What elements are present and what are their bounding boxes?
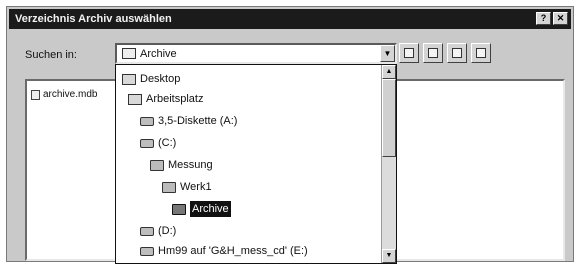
dropdown-item-desktop[interactable]: Desktop [122,71,180,87]
list-view-button[interactable] [447,43,467,63]
dropdown-item-drive-d[interactable]: (D:) [140,223,176,239]
help-button[interactable]: ? [536,12,551,25]
lookin-combobox[interactable]: Archive ▼ [115,43,397,64]
dropdown-item-floppy[interactable]: 3,5-Diskette (A:) [140,113,237,129]
hard-drive-icon [140,138,154,148]
new-folder-button[interactable] [423,43,443,63]
dropdown-item-messung[interactable]: Messung [150,157,213,173]
database-file-icon [31,89,40,100]
dropdown-item-drive-c[interactable]: (C:) [140,135,176,151]
details-view-button[interactable] [471,43,491,63]
folder-icon [150,159,164,171]
new-folder-icon [428,48,438,58]
folder-icon [162,181,176,193]
scroll-up-icon[interactable]: ▲ [382,65,396,79]
title-bar: Verzeichnis Archiv auswählen ? ✕ [9,9,571,29]
scroll-down-icon[interactable]: ▼ [382,249,396,263]
lookin-label: Suchen in: [25,49,77,61]
open-folder-icon [172,203,186,215]
dropdown-item-archive[interactable]: Archive [172,201,231,217]
file-dialog-window: Verzeichnis Archiv auswählen ? ✕ Suchen … [6,6,574,264]
up-folder-icon [404,48,414,58]
cd-drive-icon [140,226,154,236]
lookin-dropdown-list[interactable]: Desktop Arbeitsplatz 3,5-Diskette (A:) (… [115,64,397,264]
close-button[interactable]: ✕ [553,12,568,25]
network-drive-icon [140,246,154,256]
floppy-drive-icon [140,116,154,126]
chevron-down-icon[interactable]: ▼ [380,45,395,62]
computer-icon [128,93,142,105]
details-view-icon [476,48,486,58]
dropdown-item-drive-e[interactable]: Hm99 auf 'G&H_mess_cd' (E:) [140,243,308,259]
file-name: archive.mdb [43,89,98,100]
up-folder-button[interactable] [399,43,419,63]
scrollbar-thumb[interactable] [382,79,396,157]
folder-icon [122,48,136,59]
dropdown-item-arbeitsplatz[interactable]: Arbeitsplatz [128,91,203,107]
list-item[interactable]: archive.mdb [31,89,97,100]
window-title: Verzeichnis Archiv auswählen [15,13,172,25]
list-view-icon [452,48,462,58]
desktop-icon [122,73,136,85]
dropdown-scrollbar[interactable]: ▲ ▼ [381,65,396,263]
lookin-selected-value: Archive [140,48,177,60]
dropdown-item-werk1[interactable]: Werk1 [162,179,212,195]
